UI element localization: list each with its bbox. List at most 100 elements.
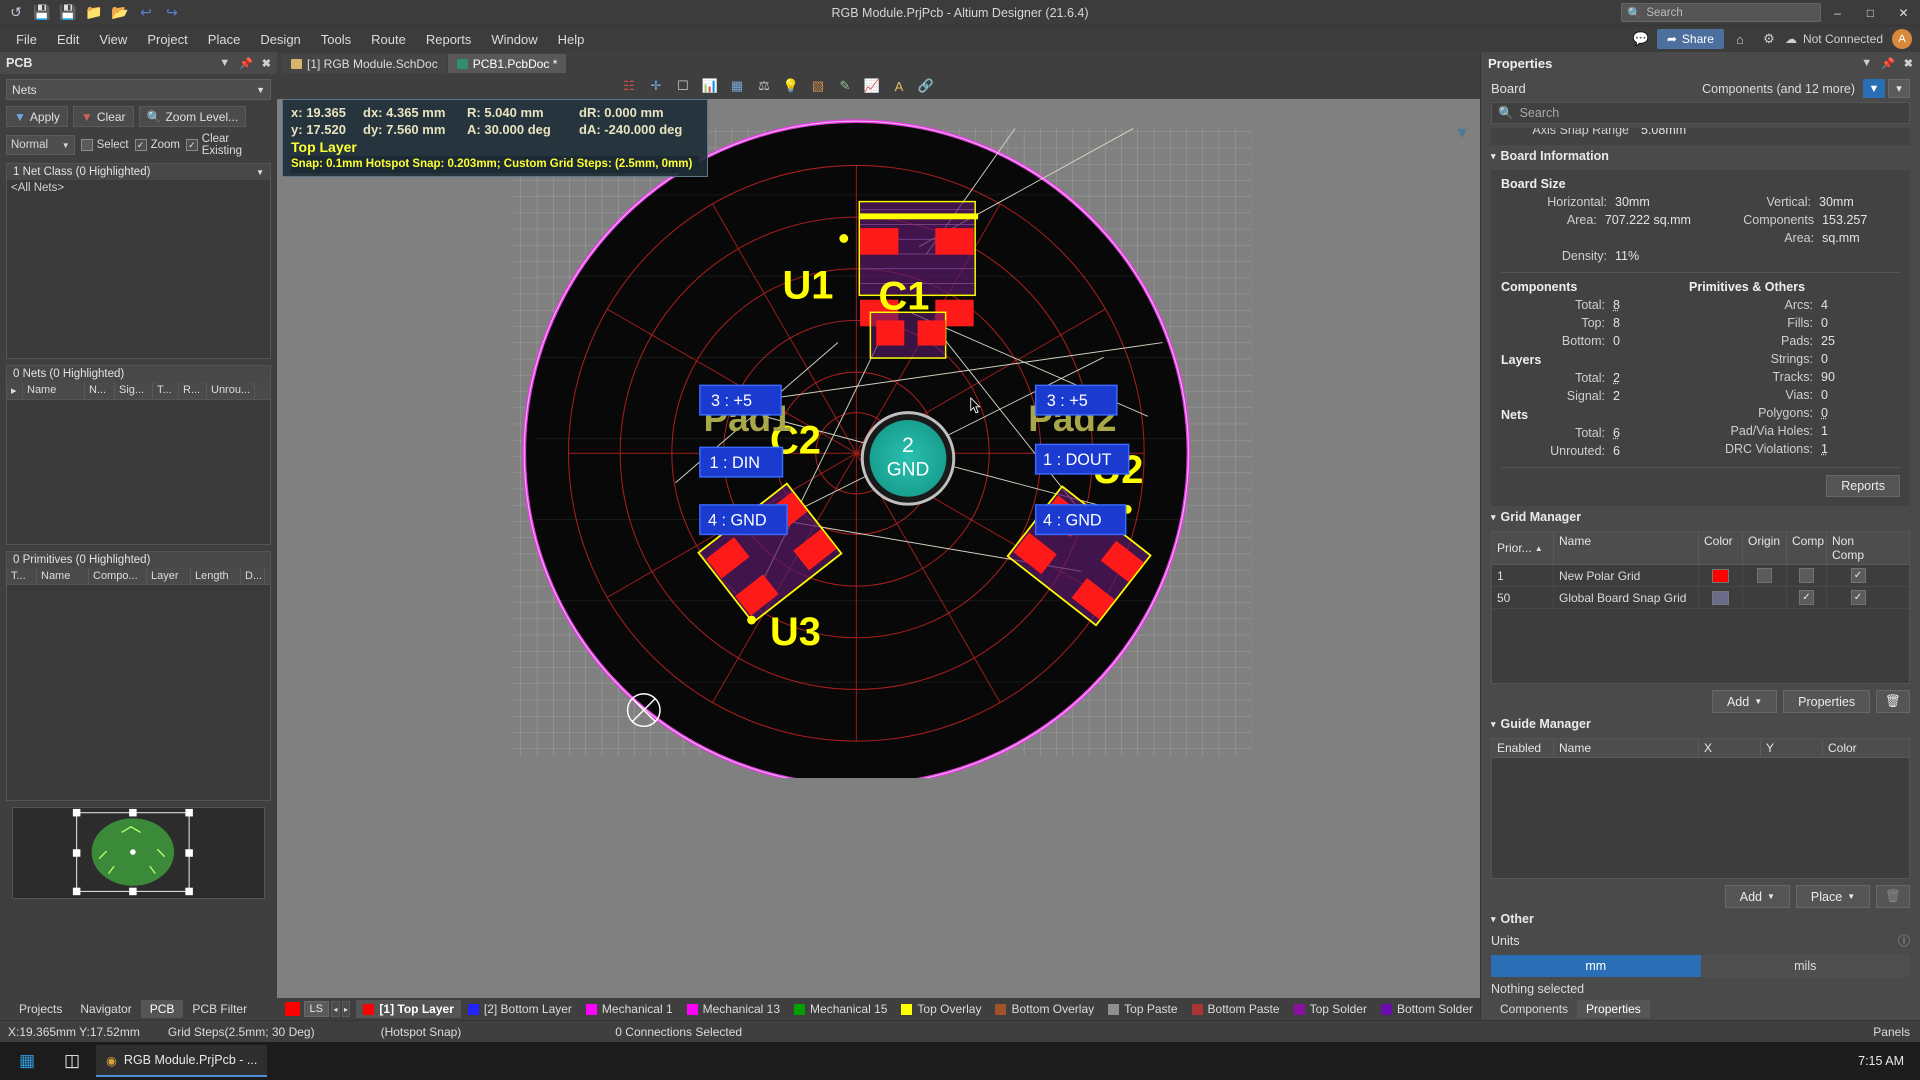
close-button[interactable]: ✕ xyxy=(1887,0,1920,26)
filter-objects-button[interactable]: ▼ xyxy=(1863,79,1885,98)
panels-button[interactable]: Panels xyxy=(1873,1025,1920,1039)
units-help-icon[interactable]: ⓘ xyxy=(1898,932,1910,949)
col-t[interactable]: T... xyxy=(7,568,37,584)
tab-projects[interactable]: Projects xyxy=(10,1000,71,1018)
tab-pcb[interactable]: PCB xyxy=(141,1000,184,1018)
comp-checkbox[interactable]: ✓ xyxy=(1799,590,1814,605)
connection-status[interactable]: ☁ Not Connected xyxy=(1785,32,1883,46)
select-checkbox[interactable]: Select xyxy=(81,139,129,151)
table-row[interactable]: 1 New Polar Grid ✓ xyxy=(1492,565,1909,587)
net-color-icon[interactable]: ☷ xyxy=(617,75,641,97)
panel-pin-icon[interactable]: 📌 xyxy=(1881,57,1895,70)
grid-add-button[interactable]: Add▼ xyxy=(1712,690,1777,713)
col-x[interactable]: X xyxy=(1699,739,1761,757)
units-mils-option[interactable]: mils xyxy=(1701,955,1911,977)
col-name[interactable]: Name xyxy=(1554,739,1699,757)
tab-components[interactable]: Components xyxy=(1491,1000,1577,1018)
layer-tab-bottom-overlay[interactable]: Bottom Overlay xyxy=(988,1000,1101,1018)
menu-design[interactable]: Design xyxy=(250,28,310,51)
units-mm-option[interactable]: mm xyxy=(1491,955,1701,977)
bar-chart-icon[interactable]: 📊 xyxy=(698,75,722,97)
clear-existing-checkbox[interactable]: ✓Clear Existing xyxy=(186,133,271,157)
layer-tab-top-solder[interactable]: Top Solder xyxy=(1287,1000,1374,1018)
col-color[interactable]: Color xyxy=(1823,739,1889,757)
global-search[interactable]: 🔍 Search xyxy=(1621,3,1821,22)
layer-tab-mechanical-15[interactable]: Mechanical 15 xyxy=(787,1000,894,1018)
grid-properties-button[interactable]: Properties xyxy=(1783,690,1870,713)
axis-snap-range-row[interactable]: Axis Snap Range 5.08mm xyxy=(1491,128,1910,145)
tab-pcb-filter[interactable]: PCB Filter xyxy=(183,1000,256,1018)
grid-color-swatch[interactable] xyxy=(1712,569,1729,583)
guide-delete-button[interactable]: 🗑 xyxy=(1876,885,1910,908)
layer-tab-mechanical-1[interactable]: Mechanical 1 xyxy=(579,1000,680,1018)
measure-icon[interactable]: ⚖ xyxy=(752,75,776,97)
object-dropdown-button[interactable]: ▾ xyxy=(1888,79,1910,98)
properties-search[interactable]: 🔍 Search xyxy=(1491,102,1910,124)
doc-tab-schematic[interactable]: [1] RGB Module.SchDoc xyxy=(282,54,447,73)
menu-edit[interactable]: Edit xyxy=(47,28,89,51)
save-icon[interactable]: 💾 xyxy=(30,2,54,24)
crosshair-icon[interactable]: ✛ xyxy=(644,75,668,97)
guide-add-button[interactable]: Add▼ xyxy=(1725,885,1790,908)
menu-help[interactable]: Help xyxy=(548,28,595,51)
task-view-icon[interactable]: ◫ xyxy=(51,1044,93,1078)
col-length[interactable]: Length xyxy=(191,568,241,584)
comp-checkbox[interactable] xyxy=(1799,568,1814,583)
menu-project[interactable]: Project xyxy=(137,28,197,51)
comments-icon[interactable]: 💬 xyxy=(1628,28,1654,50)
col-unrouted[interactable]: Unrou... xyxy=(207,382,255,399)
layer-tab-top-layer[interactable]: [1] Top Layer xyxy=(356,1000,460,1018)
list-item[interactable]: <All Nets> xyxy=(11,182,266,194)
grid-delete-button[interactable]: 🗑 xyxy=(1876,690,1910,713)
col-d[interactable]: D... xyxy=(241,568,265,584)
panel-dropdown-icon[interactable]: ▼ xyxy=(1861,57,1872,70)
col-component[interactable]: Compo... xyxy=(89,568,147,584)
col-sig[interactable]: Sig... xyxy=(115,382,153,399)
route-icon[interactable]: ✎ xyxy=(833,75,857,97)
total-value[interactable]: 2 xyxy=(1613,369,1620,387)
grid-manager-section[interactable]: ▾ Grid Manager xyxy=(1481,506,1920,528)
layer-sets-button[interactable]: LS xyxy=(304,1001,329,1017)
menu-view[interactable]: View xyxy=(89,28,137,51)
panel-pin-icon[interactable]: 📌 xyxy=(239,57,253,70)
col-r[interactable]: R... xyxy=(179,382,207,399)
link-icon[interactable]: 🔗 xyxy=(914,75,938,97)
open-project-icon[interactable]: 📂 xyxy=(108,2,132,24)
col-n[interactable]: N... xyxy=(85,382,115,399)
tab-navigator[interactable]: Navigator xyxy=(71,1000,140,1018)
highlight-mode-select[interactable]: Normal ▼ xyxy=(6,135,75,155)
text-icon[interactable]: A xyxy=(887,75,911,97)
redo-icon[interactable]: ↪ xyxy=(160,2,184,24)
total-value[interactable]: 8 xyxy=(1613,296,1620,314)
layer-tab-bottom-layer[interactable]: [2] Bottom Layer xyxy=(461,1000,579,1018)
net-class-list[interactable]: 1 Net Class (0 Highlighted) ▼ <All Nets> xyxy=(6,163,271,359)
zoom-level-button[interactable]: 🔍Zoom Level... xyxy=(139,106,247,127)
apply-button[interactable]: ▼Apply xyxy=(6,106,68,127)
select-area-icon[interactable]: ☐ xyxy=(671,75,695,97)
layer-prev-button[interactable]: ◂ xyxy=(331,1001,340,1017)
layer-tab-mechanical-13[interactable]: Mechanical 13 xyxy=(680,1000,787,1018)
extensions-icon[interactable]: ⚙ xyxy=(1756,28,1782,50)
col-y[interactable]: Y xyxy=(1761,739,1823,757)
col-name[interactable]: Name xyxy=(37,568,89,584)
taskbar-altium-item[interactable]: ◉ RGB Module.PrjPcb - ... xyxy=(96,1045,267,1077)
panel-close-icon[interactable]: ✖ xyxy=(1904,57,1913,70)
layer-tab-bottom-paste[interactable]: Bottom Paste xyxy=(1185,1000,1287,1018)
hud-filter-icon[interactable]: ▼ xyxy=(1454,125,1470,143)
col-comp[interactable]: Comp xyxy=(1787,532,1827,564)
grid-color-swatch[interactable] xyxy=(1712,591,1729,605)
board-thumbnail[interactable] xyxy=(12,807,265,899)
share-button[interactable]: ➦ Share xyxy=(1657,29,1724,49)
menu-reports[interactable]: Reports xyxy=(416,28,482,51)
layer-next-button[interactable]: ▸ xyxy=(342,1001,351,1017)
layer-tab-top-paste[interactable]: Top Paste xyxy=(1101,1000,1184,1018)
menu-file[interactable]: File xyxy=(6,28,47,51)
col-t[interactable]: T... xyxy=(153,382,179,399)
non-comp-checkbox[interactable]: ✓ xyxy=(1851,590,1866,605)
col-name[interactable]: Name xyxy=(1554,532,1699,564)
layer-tab-top-overlay[interactable]: Top Overlay xyxy=(894,1000,988,1018)
pcb-canvas-svg[interactable]: U1 C1 C2 U2 U3 Pad1 Pad2 2 GND 3 : +5 xyxy=(277,99,1480,778)
menu-place[interactable]: Place xyxy=(198,28,251,51)
reports-button[interactable]: Reports xyxy=(1826,475,1900,497)
panel-close-icon[interactable]: ✖ xyxy=(262,57,271,70)
